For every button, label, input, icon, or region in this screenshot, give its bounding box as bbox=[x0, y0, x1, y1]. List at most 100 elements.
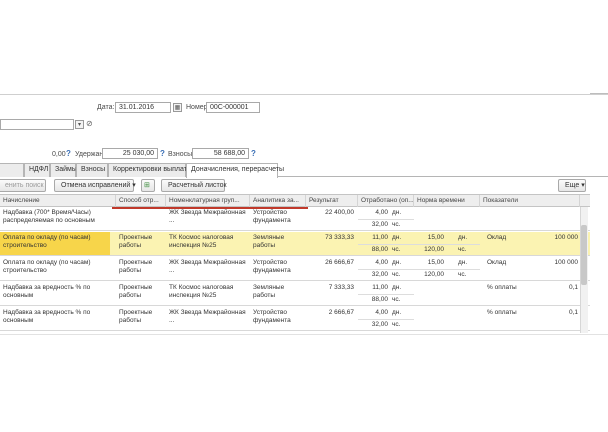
date-field[interactable]: 31.01.2016 bbox=[115, 102, 171, 113]
analytics-cell: Земляные работы bbox=[253, 284, 285, 299]
worked-days-unit: дн. bbox=[392, 309, 402, 316]
worked-hours-unit: чс. bbox=[392, 271, 401, 278]
indicator-name: Оклад bbox=[487, 259, 507, 266]
deducted-field[interactable]: 25 030,00 bbox=[102, 148, 158, 159]
organization-field[interactable] bbox=[0, 119, 74, 130]
table-row[interactable]: Надбавка за вредность % по основным Прое… bbox=[0, 282, 590, 306]
worked-days: 4,00 bbox=[375, 209, 388, 216]
norm-days-unit: дн. bbox=[458, 259, 468, 266]
worked-hours-unit: чс. bbox=[392, 246, 401, 253]
method-cell: Проектные работы bbox=[119, 309, 153, 324]
norm-days: 15,00 bbox=[427, 259, 444, 266]
worked-hours: 32,00 bbox=[371, 271, 388, 278]
accrual-name: Надбавка за вредность % по основным bbox=[3, 309, 91, 324]
worked-hours-unit: чс. bbox=[392, 321, 401, 328]
accrual-name: Надбавка (700* Время/Часы) распределяема… bbox=[3, 209, 95, 224]
col-result[interactable]: Результат bbox=[306, 195, 358, 207]
calendar-icon[interactable]: ▦ bbox=[173, 103, 182, 112]
result-cell: 22 400,00 bbox=[325, 209, 354, 216]
analytics-cell: Земляные работы bbox=[253, 234, 285, 249]
payslip-button[interactable]: Расчетный листок bbox=[161, 179, 227, 192]
tab-previous[interactable] bbox=[0, 163, 24, 177]
col-worked[interactable]: Отработано (оп... bbox=[358, 195, 414, 207]
analytics-cell: Устройство фундамента bbox=[253, 259, 291, 274]
norm-hours: 120,00 bbox=[424, 271, 444, 278]
norm-hours: 120,00 bbox=[424, 246, 444, 253]
table-row[interactable]: Оплата по окладу (по часам) строительств… bbox=[0, 232, 590, 256]
col-accrual[interactable]: Начисление bbox=[0, 195, 116, 207]
worked-hours: 88,00 bbox=[371, 246, 388, 253]
worked-hours-unit: чс. bbox=[392, 296, 401, 303]
form-header-area bbox=[0, 0, 608, 94]
worked-hours-unit: чс. bbox=[392, 221, 401, 228]
nomenclature-cell: ТК Космос налоговая инспекция №25 bbox=[169, 234, 234, 249]
nomenclature-cell: ТК Космос налоговая инспекция №25 bbox=[169, 284, 234, 299]
worked-days-unit: дн. bbox=[392, 284, 402, 291]
help-icon[interactable]: ? bbox=[251, 149, 256, 158]
row-subdivider bbox=[358, 294, 414, 295]
col-indicators[interactable]: Показатели bbox=[480, 195, 580, 207]
contributions-label: Взносы: bbox=[168, 151, 195, 158]
norm-hours-unit: чс. bbox=[458, 246, 467, 253]
contributions-field[interactable]: 58 688,00 bbox=[192, 148, 249, 159]
grid-settings-icon[interactable]: ⊞ bbox=[141, 179, 155, 192]
accrued-total: 0,00 bbox=[52, 151, 66, 158]
row-subdivider bbox=[358, 244, 480, 245]
dropdown-icon[interactable]: ▾ bbox=[75, 120, 84, 129]
nomenclature-cell: ЖК Звезда Межрайонная ... bbox=[169, 259, 246, 274]
more-label: Еще bbox=[565, 182, 580, 189]
table-row[interactable]: Надбавка (700* Время/Часы) распределяема… bbox=[0, 207, 590, 231]
analytics-cell: Устройство фундамента bbox=[253, 209, 291, 224]
bottom-empty-area bbox=[0, 334, 608, 432]
col-method[interactable]: Способ отр... bbox=[116, 195, 166, 207]
col-norm[interactable]: Норма времени bbox=[414, 195, 480, 207]
nomenclature-cell: ЖК Звезда Межрайонная ... bbox=[169, 309, 246, 324]
tab-bar: НДФЛ Займы Взносы Корректировки выплаты … bbox=[0, 163, 608, 178]
indicator-name: % оплаты bbox=[487, 284, 517, 291]
col-nomenclature[interactable]: Номенклатурная груп... bbox=[166, 195, 250, 207]
worked-days-unit: дн. bbox=[392, 209, 402, 216]
tab-ndfl[interactable]: НДФЛ bbox=[24, 163, 50, 177]
table-header: Начисление Способ отр... Номенклатурная … bbox=[0, 195, 590, 207]
accrual-name: Надбавка за вредность % по основным bbox=[3, 284, 91, 299]
number-field[interactable]: 00С-000001 bbox=[206, 102, 260, 113]
nomenclature-cell: ЖК Звезда Межрайонная ... bbox=[169, 209, 246, 224]
result-cell: 26 666,67 bbox=[325, 259, 354, 266]
worked-days: 4,00 bbox=[375, 259, 388, 266]
tab-payment-corrections[interactable]: Корректировки выплаты bbox=[108, 163, 192, 177]
worked-days-unit: дн. bbox=[392, 234, 402, 241]
col-analytics[interactable]: Аналитика за... bbox=[250, 195, 306, 207]
table-row[interactable]: Оплата по окладу (по часам) строительств… bbox=[0, 257, 590, 281]
help-icon[interactable]: ? bbox=[160, 149, 165, 158]
corrections-cancel-label: Отмена исправлений bbox=[61, 182, 131, 189]
scrollbar-thumb[interactable] bbox=[581, 225, 587, 285]
worked-days: 4,00 bbox=[375, 309, 388, 316]
chevron-down-icon: ▾ bbox=[581, 182, 585, 189]
norm-days: 15,00 bbox=[427, 234, 444, 241]
table-row[interactable]: Надбавка за вредность % по основным Прое… bbox=[0, 307, 590, 331]
worked-days: 11,00 bbox=[372, 234, 388, 241]
indicator-name: % оплаты bbox=[487, 309, 517, 316]
row-subdivider bbox=[358, 319, 414, 320]
indicator-value: 0,1 bbox=[568, 284, 578, 291]
accruals-table: Начисление Способ отр... Номенклатурная … bbox=[0, 194, 590, 334]
cancel-search-button[interactable]: енить поиск bbox=[0, 179, 46, 192]
header-divider-tick bbox=[590, 93, 608, 96]
more-button[interactable]: Еще ▾ bbox=[558, 179, 586, 192]
row-subdivider bbox=[358, 269, 480, 270]
indicator-value: 100 000 bbox=[554, 259, 579, 266]
worked-days: 11,00 bbox=[372, 284, 388, 291]
accrual-name: Оплата по окладу (по часам) строительств… bbox=[3, 234, 91, 249]
tab-recalculations[interactable]: Доначисления, перерасчеты bbox=[186, 163, 284, 178]
result-cell: 2 666,67 bbox=[328, 309, 354, 316]
help-icon[interactable]: ? bbox=[66, 149, 71, 158]
tab-contributions[interactable]: Взносы bbox=[76, 163, 108, 177]
corrections-cancel-button[interactable]: Отмена исправлений ▾ bbox=[54, 179, 136, 192]
tab-loans[interactable]: Займы bbox=[50, 163, 77, 177]
accrual-name: Оплата по окладу (по часам) строительств… bbox=[3, 259, 91, 274]
link-icon[interactable]: ⊘ bbox=[86, 119, 93, 128]
indicator-value: 100 000 bbox=[554, 234, 579, 241]
worked-hours: 88,00 bbox=[371, 296, 388, 303]
worked-hours: 32,00 bbox=[371, 321, 388, 328]
chevron-down-icon: ▾ bbox=[132, 182, 136, 189]
